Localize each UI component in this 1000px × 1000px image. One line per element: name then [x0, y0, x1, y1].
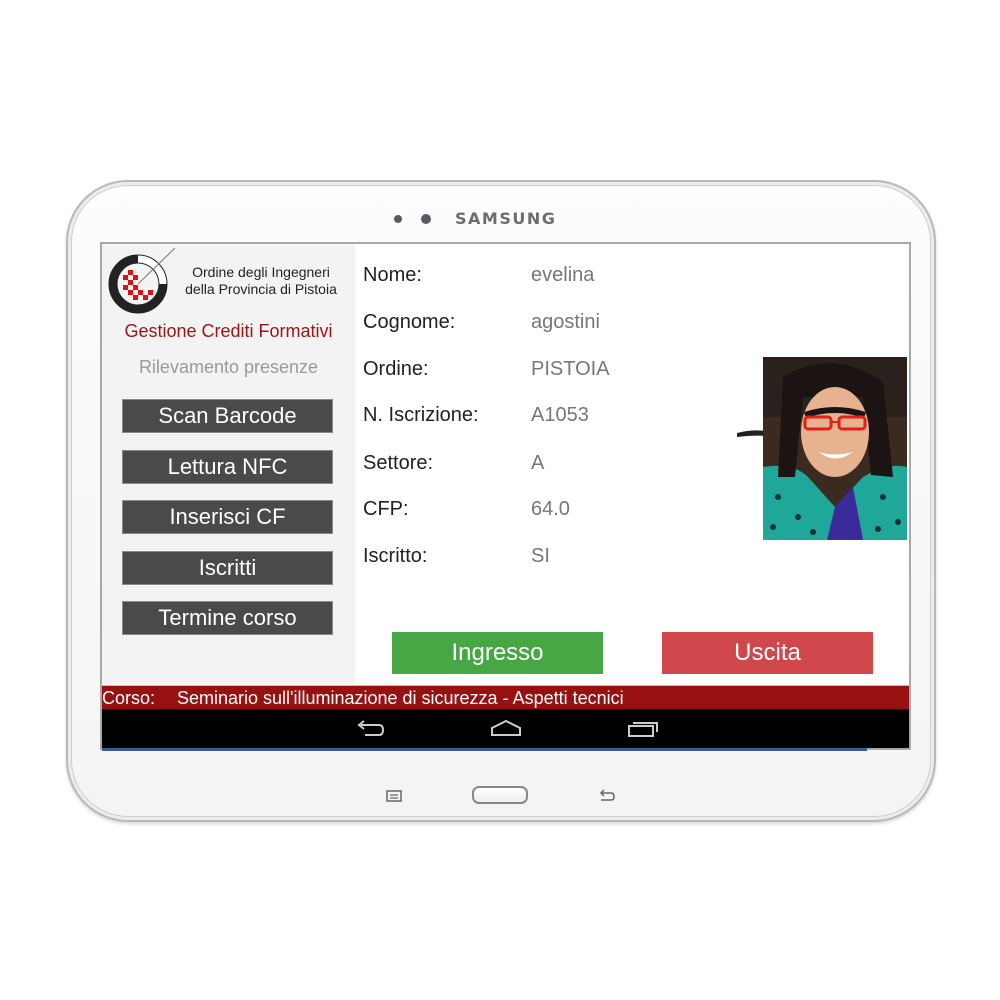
order-label: Ordine:	[363, 358, 429, 380]
logo-icon	[108, 248, 175, 314]
exit-button[interactable]: Uscita	[662, 632, 873, 674]
device-brand: SAMSUNG	[455, 209, 557, 228]
back-hardware-icon[interactable]	[598, 789, 616, 803]
course-bar: Corso: Seminario sull'illuminazione di s…	[102, 685, 909, 710]
org-name-line2: della Provincia di Pistoia	[185, 281, 337, 297]
course-label: Corso:	[102, 688, 156, 708]
name-label: Nome:	[363, 264, 422, 286]
org-name-line1: Ordine degli Ingegneri	[192, 264, 330, 280]
enrolled-value: SI	[531, 545, 550, 567]
app-screen: Ordine degli Ingegneri della Provincia d…	[100, 242, 911, 750]
home-hardware-button[interactable]	[472, 786, 528, 804]
home-icon[interactable]	[490, 718, 522, 740]
android-nav-bar	[102, 709, 909, 748]
entry-button[interactable]: Ingresso	[392, 632, 603, 674]
name-value: evelina	[531, 264, 595, 286]
registration-number-value: A1053	[531, 404, 589, 426]
recent-apps-icon[interactable]	[627, 718, 659, 740]
member-photo	[763, 357, 907, 540]
front-camera-icon	[421, 214, 431, 224]
scan-barcode-button[interactable]: Scan Barcode	[122, 399, 333, 433]
course-name: Seminario sull'illuminazione di sicurezz…	[177, 688, 624, 708]
back-icon[interactable]	[353, 718, 385, 740]
sensor-icon	[394, 215, 402, 223]
cfp-label: CFP:	[363, 498, 409, 520]
enrolled-list-button[interactable]: Iscritti	[122, 551, 333, 585]
order-value: PISTOIA	[531, 358, 610, 380]
insert-cf-button[interactable]: Inserisci CF	[122, 500, 333, 534]
cfp-value: 64.0	[531, 498, 570, 520]
registration-number-label: N. Iscrizione:	[363, 404, 479, 426]
nfc-read-button[interactable]: Lettura NFC	[122, 450, 333, 484]
menu-hardware-icon[interactable]	[386, 790, 402, 802]
sector-label: Settore:	[363, 452, 434, 474]
end-course-button[interactable]: Termine corso	[122, 601, 333, 635]
sidebar: Ordine degli Ingegneri della Provincia d…	[102, 244, 355, 684]
app-title: Gestione Crediti Formativi	[124, 321, 333, 341]
app-subtitle: Rilevamento presenze	[138, 357, 319, 377]
org-name: Ordine degli Ingegneri della Provincia d…	[176, 264, 346, 298]
enrolled-label: Iscritto:	[363, 545, 428, 567]
surname-label: Cognome:	[363, 311, 456, 333]
screen-edge	[102, 748, 867, 751]
sector-value: A	[531, 452, 545, 474]
surname-value: agostini	[531, 311, 600, 333]
